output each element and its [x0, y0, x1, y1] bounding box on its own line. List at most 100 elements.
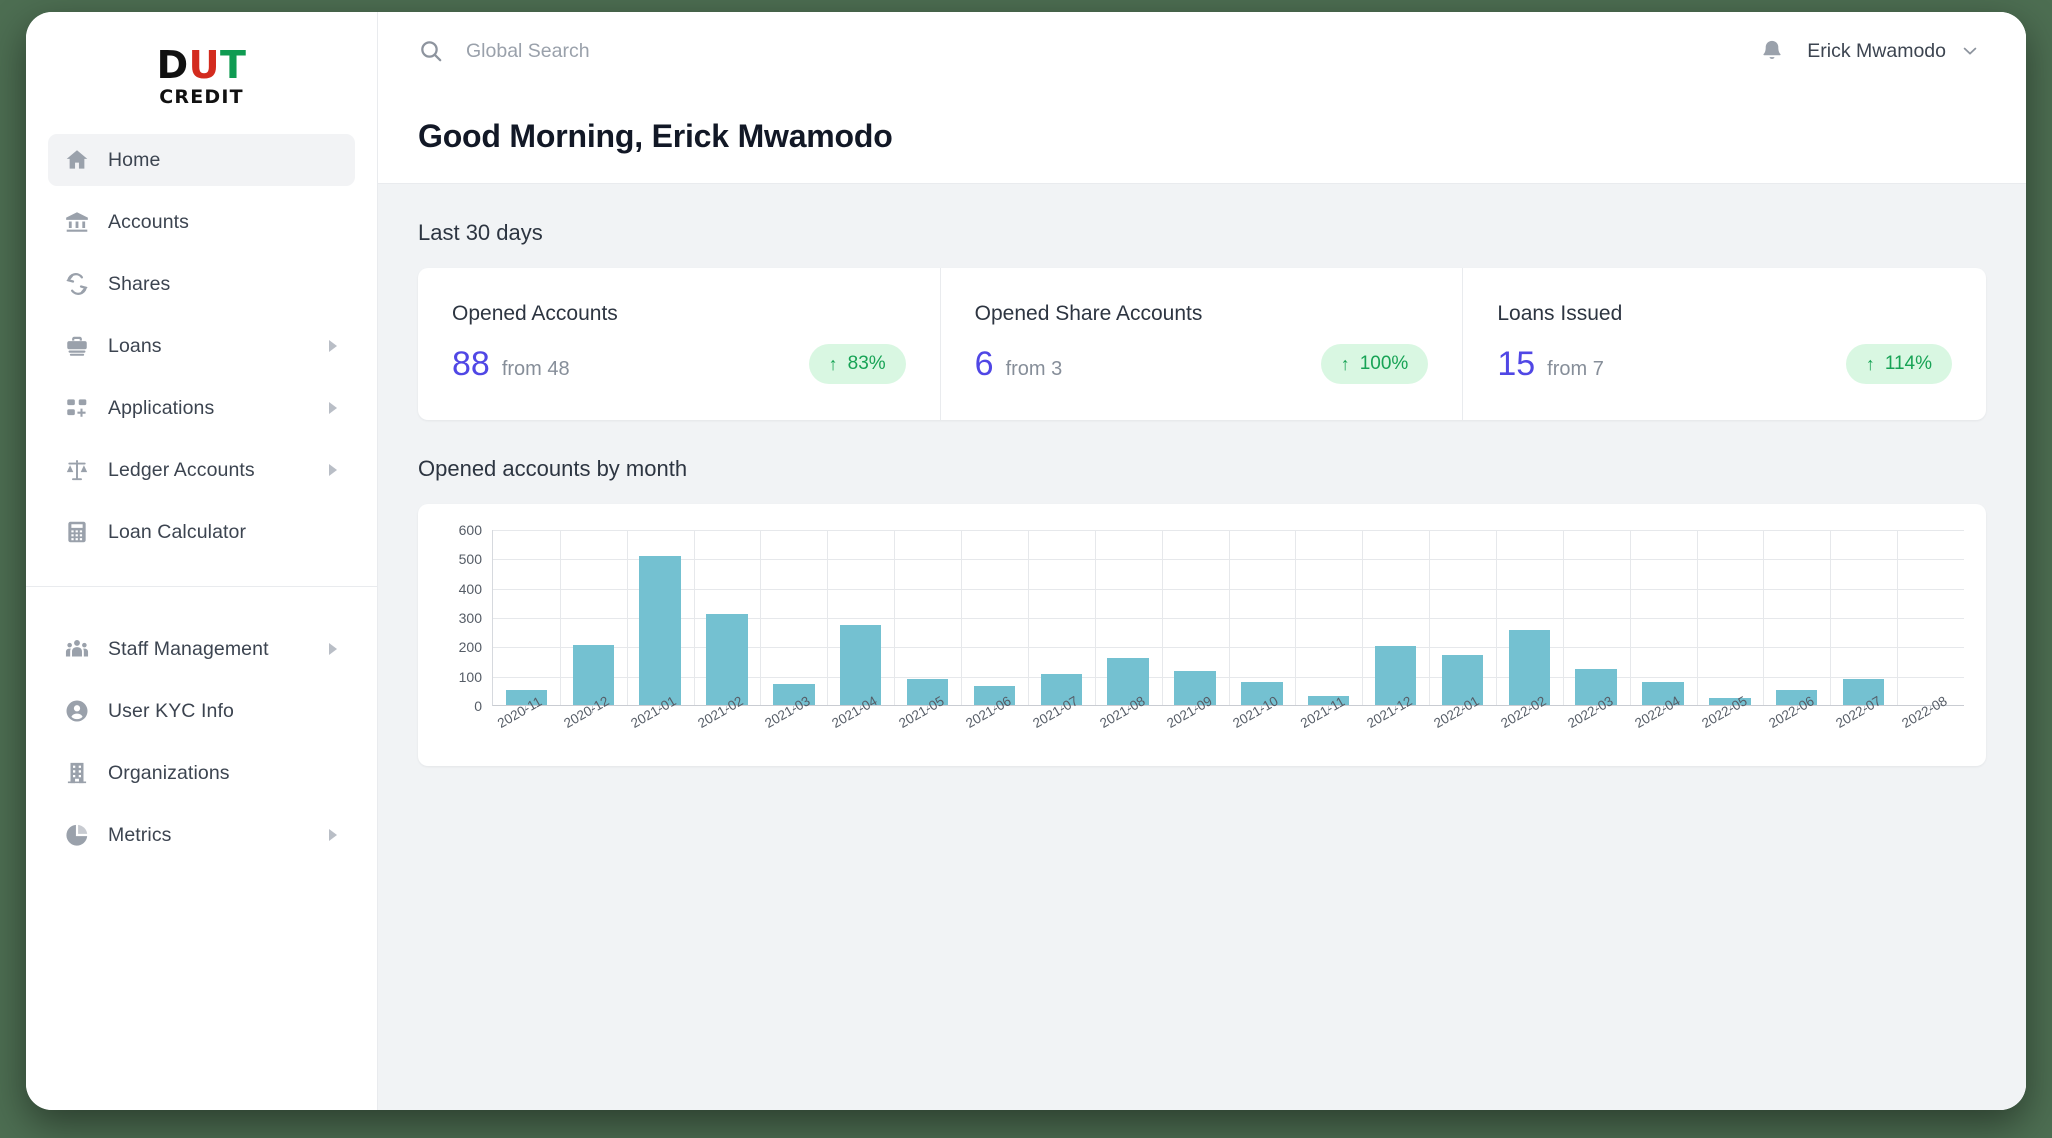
- x-axis-slot: 2022-08: [1897, 693, 1964, 766]
- chart-bar[interactable]: [572, 645, 614, 705]
- x-axis-slot: 2021-07: [1027, 693, 1094, 766]
- chart-bar-slot[interactable]: [760, 530, 827, 705]
- x-axis-slot: 2021-02: [693, 693, 760, 766]
- sidebar-item-user-kyc-info[interactable]: User KYC Info: [48, 685, 355, 737]
- sidebar: DUT CREDIT Home Accounts Shares Loans Ap…: [26, 12, 378, 1110]
- chart-bar-slot[interactable]: [1362, 530, 1429, 705]
- chart-y-axis: 0 100 200 300 400 500 600: [440, 522, 492, 714]
- chart-bar-slot[interactable]: [1830, 530, 1897, 705]
- chart-bar[interactable]: [706, 614, 748, 705]
- chart-bar-slot[interactable]: [1563, 530, 1630, 705]
- greeting-bar: Good Morning, Erick Mwamodo: [378, 90, 2026, 184]
- chart-plot-area: 2020-11 2020-12 2021-01 2021-02 2021-03 2021-…: [492, 530, 1964, 746]
- logo-letter-t: T: [219, 43, 247, 87]
- top-bar-right: Erick Mwamodo: [1759, 38, 1980, 64]
- y-axis-tick-label: 400: [458, 580, 482, 597]
- y-axis-tick-label: 300: [458, 610, 482, 626]
- sidebar-item-home[interactable]: Home: [48, 134, 355, 186]
- stat-delta: 114%: [1884, 353, 1933, 374]
- sidebar-item-shares[interactable]: Shares: [48, 258, 355, 310]
- chart-bar-slot[interactable]: [1429, 530, 1496, 705]
- x-axis-slot: 2022-02: [1496, 693, 1563, 766]
- sidebar-item-loan-calculator[interactable]: Loan Calculator: [48, 506, 355, 558]
- chart-bar-slot[interactable]: [1630, 530, 1697, 705]
- dashboard-content: Last 30 days Opened Accounts 88 from 48 …: [378, 184, 2026, 1110]
- chart-bar-slot[interactable]: [1095, 530, 1162, 705]
- sidebar-item-label: Metrics: [108, 823, 172, 846]
- x-axis-slot: 2022-06: [1763, 693, 1830, 766]
- sidebar-item-label: Staff Management: [108, 637, 269, 660]
- chart-bar-slot[interactable]: [1162, 530, 1229, 705]
- chart-bar-slot[interactable]: [1696, 530, 1763, 705]
- chart-bar-slot[interactable]: [627, 530, 694, 705]
- y-axis-tick-label: 100: [458, 668, 482, 685]
- sidebar-item-accounts[interactable]: Accounts: [48, 196, 355, 248]
- x-axis-slot: 2021-08: [1094, 693, 1161, 766]
- chart-bar-slot[interactable]: [1897, 530, 1964, 705]
- chart-bar-slot[interactable]: [560, 530, 627, 705]
- sidebar-item-label: User KYC Info: [108, 699, 234, 722]
- x-axis-slot: 2021-09: [1161, 693, 1228, 766]
- arrow-up-icon: ↑: [1865, 354, 1875, 374]
- chart-bar-slot[interactable]: [1028, 530, 1095, 705]
- stat-previous: from 3: [1005, 358, 1063, 380]
- x-axis-slot: 2021-12: [1362, 693, 1429, 766]
- stat-value: 88: [452, 345, 490, 383]
- chart-bar-slot[interactable]: [1763, 530, 1830, 705]
- x-axis-slot: 2021-06: [960, 693, 1027, 766]
- chart-bar[interactable]: [840, 625, 882, 705]
- stat-label: Opened Accounts: [452, 302, 618, 325]
- notification-bell-icon[interactable]: [1759, 38, 1785, 64]
- sidebar-item-loans[interactable]: Loans: [48, 320, 355, 372]
- chart-bar-slot[interactable]: [493, 530, 560, 705]
- top-bar: Erick Mwamodo: [378, 12, 2026, 90]
- status-badge: ↑ 83%: [808, 344, 906, 384]
- sidebar-nav-secondary: Staff Management User KYC Info Organizat…: [26, 623, 377, 871]
- chart-bar[interactable]: [1508, 630, 1551, 705]
- chart-bar-slot[interactable]: [1295, 530, 1362, 705]
- building-icon: [62, 758, 92, 788]
- apps-add-icon: [62, 393, 92, 423]
- stat-value: 15: [1497, 345, 1536, 383]
- chart-bar-slot[interactable]: [1228, 530, 1295, 705]
- logo-letter-d: D: [156, 43, 189, 87]
- chart-bar-slot[interactable]: [961, 530, 1028, 705]
- sidebar-item-staff-management[interactable]: Staff Management: [48, 623, 355, 675]
- x-axis-slot: 2022-04: [1629, 693, 1696, 766]
- chevron-right-icon: [329, 464, 337, 476]
- bar-chart: 0 100 200 300 400 500 600 2020-11 2020-12 2021-0…: [440, 522, 1964, 746]
- user-circle-icon: [62, 696, 92, 726]
- x-axis-slot: 2022-01: [1429, 693, 1496, 766]
- main-area: Erick Mwamodo Good Morning, Erick Mwamod…: [378, 12, 2026, 1110]
- sidebar-item-label: Applications: [108, 396, 215, 419]
- sidebar-item-metrics[interactable]: Metrics: [48, 809, 355, 861]
- stat-card-opened-accounts: Opened Accounts 88 from 48 ↑ 83%: [418, 268, 941, 420]
- chart-section-title: Opened accounts by month: [418, 456, 688, 481]
- app-window: DUT CREDIT Home Accounts Shares Loans Ap…: [26, 12, 2026, 1110]
- status-badge: ↑ 114%: [1845, 344, 1953, 384]
- chart-bar[interactable]: [1374, 646, 1417, 705]
- global-search[interactable]: [418, 38, 1759, 64]
- home-icon: [62, 145, 92, 175]
- search-input[interactable]: [466, 39, 886, 63]
- brand-logo[interactable]: DUT CREDIT: [26, 12, 377, 134]
- chevron-right-icon: [329, 829, 337, 841]
- stat-card-loans-issued: Loans Issued 15 from 7 ↑ 114%: [1463, 268, 1986, 420]
- stat-label: Loans Issued: [1497, 302, 1623, 325]
- sidebar-item-label: Accounts: [108, 210, 190, 233]
- sidebar-item-applications[interactable]: Applications: [48, 382, 355, 434]
- sidebar-item-organizations[interactable]: Organizations: [48, 747, 355, 799]
- logo-letter-u: U: [188, 43, 220, 87]
- x-axis-slot: 2022-03: [1563, 693, 1630, 766]
- stat-delta: 83%: [847, 353, 886, 374]
- user-menu[interactable]: Erick Mwamodo: [1807, 40, 1980, 63]
- x-axis-slot: 2021-04: [827, 693, 894, 766]
- x-axis-slot: 2020-12: [559, 693, 626, 766]
- chart-bar-slot[interactable]: [827, 530, 894, 705]
- chart-bar[interactable]: [639, 556, 681, 705]
- sidebar-item-ledger-accounts[interactable]: Ledger Accounts: [48, 444, 355, 496]
- chart-bar-slot[interactable]: [1496, 530, 1563, 705]
- chart-bar-slot[interactable]: [894, 530, 961, 705]
- user-name-label: Erick Mwamodo: [1807, 39, 1946, 62]
- chart-bar-slot[interactable]: [694, 530, 761, 705]
